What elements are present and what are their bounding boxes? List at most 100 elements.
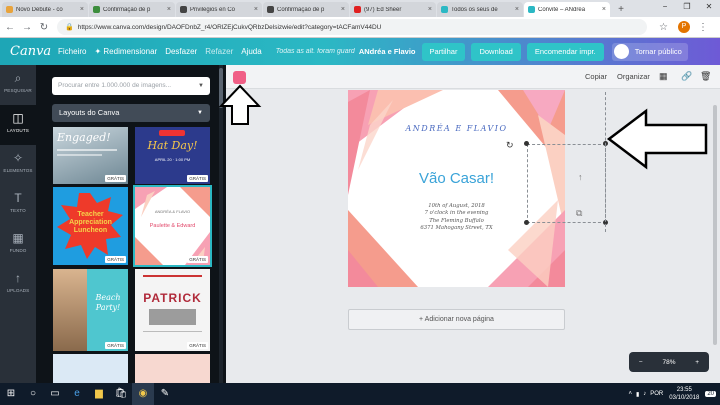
forward-icon[interactable]: → [20,22,34,33]
rail-item-fundo[interactable]: ▦ FUNDO [0,225,36,265]
free-badge: GRÁTIS [105,256,126,263]
template-thumb[interactable] [53,354,128,383]
thumb-line: Luncheon [73,227,108,234]
zoom-out-button[interactable]: − [639,359,643,366]
menu-redo[interactable]: Refazer [205,47,233,56]
minimize-button[interactable]: − [654,0,676,14]
selection-box[interactable] [527,144,606,223]
order-print-button[interactable]: Encomendar impr. [526,42,604,61]
tab-close-icon[interactable]: × [254,6,258,13]
browser-tab[interactable]: Novo Debute - co × [2,2,88,17]
thumb-title: PATRICK [143,291,202,305]
canva-logo[interactable]: Canva [10,44,51,59]
browser-tab[interactable]: Confirmação de p × [263,2,349,17]
edge-icon[interactable]: e [66,383,88,405]
tab-close-icon[interactable]: × [602,6,606,13]
zoom-in-button[interactable]: + [695,359,699,366]
chrome-icon[interactable]: ◉ [132,383,154,405]
browser-tab[interactable]: Privilegios en Co × [176,2,262,17]
store-icon[interactable]: 🛍 [110,383,132,405]
rail-item-uploads[interactable]: ↑ UPLOADS [0,265,36,305]
reload-icon[interactable]: ↻ [37,22,51,33]
search-placeholder: Procurar entre 1.000.000 de imagens... [58,82,172,89]
tab-close-icon[interactable]: × [515,6,519,13]
thumb-line: ANDRÉA & FLAVIO [154,209,191,214]
free-badge: GRÁTIS [105,342,126,349]
bookmark-star-icon[interactable]: ☆ [659,22,668,33]
notifications-icon[interactable]: 20 [705,391,716,397]
search-icon[interactable]: ○ [22,383,44,405]
url-field[interactable]: 🔒 https://www.canva.com/design/DAOFDnbZ_… [57,19,647,35]
rail-item-elementos[interactable]: ✧ ELEMENTOS [0,145,36,185]
template-thumb-selected[interactable]: ANDRÉA & FLAVIO Paulette & Edward GRÁTIS [133,185,212,267]
menu-resize[interactable]: ✦ Redimensionar [94,47,157,56]
template-thumb[interactable]: Engaged! GRÁTIS [53,127,128,184]
add-page-button[interactable]: + Adicionar nova página [348,309,565,330]
tab-favicon-icon [528,6,535,13]
template-thumb[interactable]: PATRICK GRÁTIS [135,269,210,351]
language-indicator[interactable]: POR [650,391,663,397]
document-title[interactable]: ANdréa e Flavio [359,47,416,56]
browser-tab[interactable]: Convite – ANdréa × [524,2,610,17]
rail-item-layouts[interactable]: ◫ LAYOUTS [0,105,36,145]
rail-item-texto[interactable]: T TEXTO [0,185,36,225]
tab-title: Privilegios en Co [190,6,236,13]
trash-icon[interactable]: 🗑 [700,71,711,82]
canva-header: Canva Ficheiro ✦ Redimensionar Desfazer … [0,38,720,65]
browser-tab[interactable]: Confirmação de p × [89,2,175,17]
rail-item-pesquisar[interactable]: ⌕ PESQUISAR [0,65,36,105]
share-button[interactable]: Partilhar [421,42,466,61]
layout-select-value: Layouts do Canva [59,108,120,117]
browser-tab[interactable]: Todos os seus de × [437,2,523,17]
template-thumb[interactable]: Beach Party! GRÁTIS [53,269,128,351]
workspace-scrollbar-thumb[interactable] [713,105,717,345]
menu-help[interactable]: Ajuda [241,47,261,56]
menu-file[interactable]: Ficheiro [58,47,86,56]
template-thumb[interactable]: Teacher Appreciation Luncheon GRÁTIS [53,187,128,265]
browser-menu-icon[interactable]: ⋮ [698,22,708,33]
maximize-button[interactable]: ❐ [676,0,698,14]
tray-chevron-icon[interactable]: ˄ [628,391,632,397]
transparency-icon[interactable]: ▦ [659,71,668,82]
menu-undo[interactable]: Desfazer [165,47,197,56]
download-button[interactable]: Download [471,42,521,61]
side-rail: ⌕ PESQUISAR ◫ LAYOUTS ✧ ELEMENTOS T TEXTO ▦ FUNDO… [0,65,36,383]
arrow-up-annotation-icon [218,84,262,125]
layouts-panel: Procurar entre 1.000.000 de imagens... ▼… [36,65,226,383]
browser-tab[interactable]: (97) Ed Sheer × [350,2,436,17]
copy-button[interactable]: Copiar [585,72,607,81]
copy-page-icon[interactable]: ⧉ [576,208,582,219]
clock[interactable]: 23:55 03/10/2018 [669,386,699,402]
tab-close-icon[interactable]: × [341,6,345,13]
tab-close-icon[interactable]: × [428,6,432,13]
layout-source-select[interactable]: Layouts do Canva ▼ [52,104,210,122]
template-thumb[interactable] [135,354,210,383]
couple-names[interactable]: ANDRÉA E FLAVIO [348,124,565,133]
network-icon[interactable]: ▮ [636,391,639,398]
publish-button[interactable]: Tornar público [611,42,688,61]
arrange-button[interactable]: Organizar [617,72,650,81]
close-window-button[interactable]: ✕ [698,0,720,14]
tab-close-icon[interactable]: × [80,6,84,13]
image-search-input[interactable]: Procurar entre 1.000.000 de imagens... ▼ [52,77,210,95]
task-view-icon[interactable]: ▭ [44,383,66,405]
template-thumb[interactable]: Hat Day! APRIL 20 · 1:00 PM GRÁTIS [135,127,210,184]
link-icon[interactable]: 🔗 [681,71,692,82]
rotate-handle-icon[interactable]: ↻ [506,140,514,151]
profile-avatar[interactable]: P [677,21,690,33]
new-tab-button[interactable]: + [614,4,628,16]
color-swatch[interactable] [233,71,246,84]
search-icon: ⌕ [14,71,22,85]
comic-burst-shape [57,193,123,259]
paint-icon[interactable]: ✎ [154,383,176,405]
tab-close-icon[interactable]: × [167,6,171,13]
move-up-icon[interactable]: ↑ [578,172,583,182]
resize-handle[interactable] [524,220,529,225]
back-icon[interactable]: ← [3,22,17,33]
windows-start-icon[interactable]: ⊞ [0,383,22,405]
zoom-level[interactable]: 78% [662,359,675,366]
resize-handle[interactable] [524,141,529,146]
file-explorer-icon[interactable]: ▆ [88,383,110,405]
volume-icon[interactable]: ♪ [643,391,646,397]
tab-favicon-icon [180,6,187,13]
